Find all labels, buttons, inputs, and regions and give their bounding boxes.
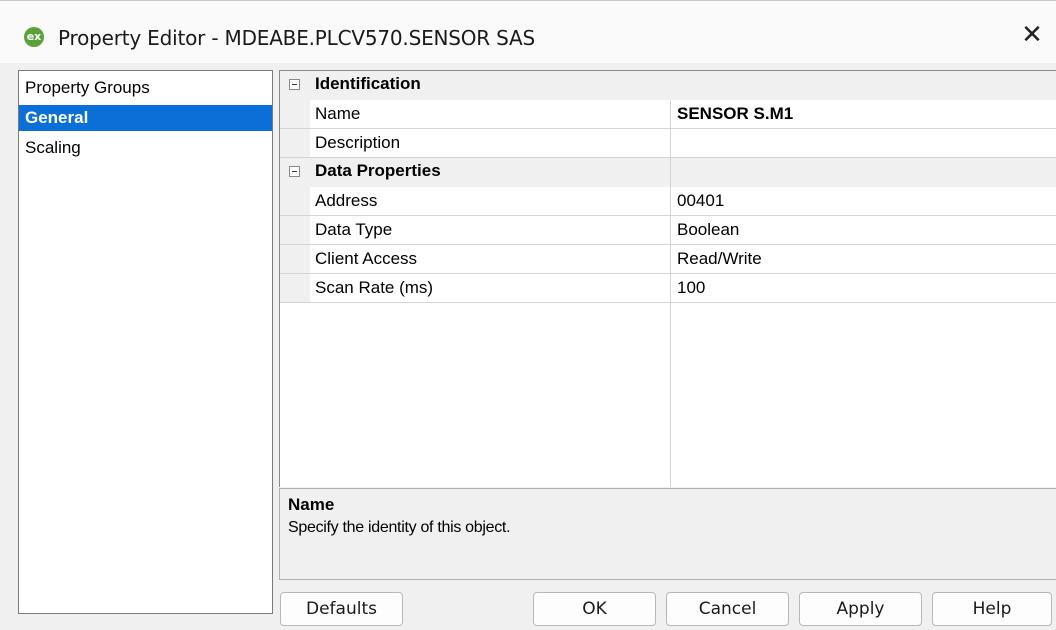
apply-button[interactable]: Apply [799, 592, 922, 626]
property-name: Description [315, 133, 401, 152]
app-logo-icon: ex [24, 27, 44, 47]
property-value[interactable]: 00401 [677, 191, 724, 211]
ok-button[interactable]: OK [533, 592, 656, 626]
property-row[interactable]: Scan Rate (ms) 100 [280, 274, 1056, 303]
property-row[interactable]: Client Access Read/Write [280, 245, 1056, 274]
property-groups-header: Property Groups [25, 78, 150, 97]
property-groups-panel: Property Groups General Scaling [18, 70, 273, 614]
property-name: Client Access [315, 249, 418, 268]
property-grid: Identification Name SENSOR S.M1 Descript… [279, 70, 1056, 487]
property-row[interactable]: Name SENSOR S.M1 [280, 100, 1056, 129]
category-row[interactable]: Identification [280, 71, 1056, 100]
cancel-button[interactable]: Cancel [666, 592, 789, 626]
property-row[interactable]: Address 00401 [280, 187, 1056, 216]
property-value[interactable]: Read/Write [677, 249, 762, 269]
window-title: Property Editor - MDEABE.PLCV570.SENSOR … [58, 26, 536, 50]
property-name: Address [315, 191, 378, 210]
property-name: Scan Rate (ms) [315, 278, 434, 297]
category-row[interactable]: Data Properties [280, 158, 1056, 187]
property-row[interactable]: Description [280, 129, 1056, 158]
property-row[interactable]: Data Type Boolean [280, 216, 1056, 245]
category-label: Data Properties [315, 161, 441, 180]
help-title: Name [288, 495, 335, 514]
property-name: Data Type [315, 220, 393, 239]
property-value[interactable]: Boolean [677, 220, 739, 240]
property-value[interactable]: 100 [677, 278, 705, 298]
property-value[interactable]: SENSOR S.M1 [677, 104, 793, 124]
property-name: Name [315, 104, 361, 123]
close-button[interactable]: ✕ [1014, 19, 1050, 51]
help-text: Specify the identity of this object. [288, 519, 511, 536]
group-item-general[interactable]: General [19, 105, 272, 131]
column-divider[interactable] [670, 100, 671, 487]
title-bar: ex Property Editor - MDEABE.PLCV570.SENS… [0, 0, 1056, 63]
collapse-minus-icon[interactable] [289, 166, 300, 177]
group-item-scaling[interactable]: Scaling [19, 135, 272, 161]
help-button[interactable]: Help [932, 592, 1052, 626]
help-panel: Name Specify the identity of this object… [279, 488, 1056, 580]
category-label: Identification [315, 74, 421, 93]
collapse-minus-icon[interactable] [289, 79, 300, 90]
defaults-button[interactable]: Defaults [280, 592, 403, 626]
